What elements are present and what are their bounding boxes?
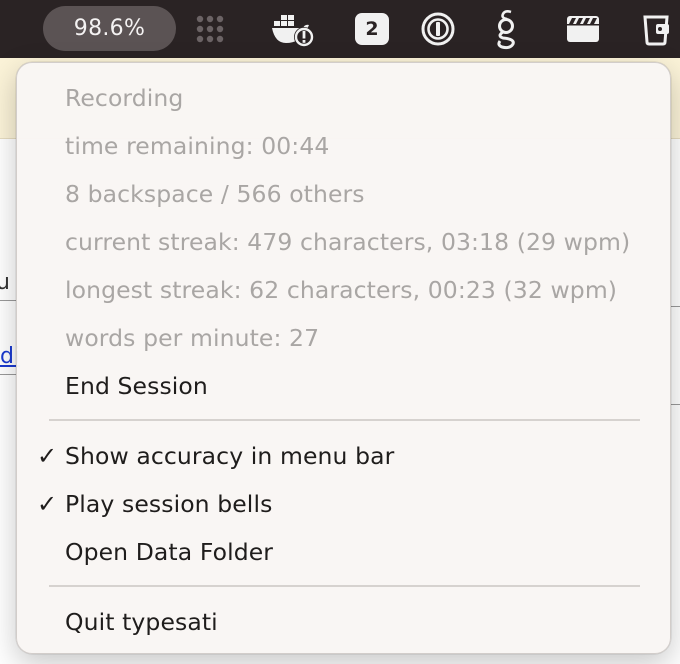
accuracy-value: 98.6% bbox=[73, 16, 146, 41]
menu-item-show-accuracy[interactable]: Show accuracy in menu bar bbox=[65, 441, 394, 471]
typesati-dropdown-menu: Recording time remaining: 00:44 8 backsp… bbox=[16, 62, 671, 654]
grid-dots-icon[interactable] bbox=[190, 0, 230, 58]
menu-item-recording-status: Recording bbox=[65, 84, 184, 112]
menu-separator bbox=[49, 419, 640, 421]
background-text-fragment: u bbox=[0, 270, 10, 295]
clapperboard-icon[interactable] bbox=[563, 0, 603, 58]
menu-item-end-session[interactable]: End Session bbox=[65, 371, 208, 401]
menu-item-longest-streak: longest streak: 62 characters, 00:23 (32… bbox=[65, 276, 618, 304]
script-g-icon[interactable] bbox=[488, 0, 524, 58]
checkmark-icon: ✓ bbox=[37, 490, 58, 518]
background-divider bbox=[0, 300, 16, 301]
background-divider bbox=[0, 374, 16, 375]
cup-icon[interactable] bbox=[634, 0, 680, 58]
menu-item-words-per-minute: words per minute: 27 bbox=[65, 324, 320, 352]
password-manager-icon[interactable] bbox=[418, 0, 458, 58]
menu-separator bbox=[49, 585, 640, 587]
menu-item-open-data-folder[interactable]: Open Data Folder bbox=[65, 537, 273, 567]
docker-warning-icon[interactable] bbox=[266, 0, 320, 58]
notification-count-item[interactable]: 2 bbox=[352, 0, 392, 58]
menu-item-play-session-bells[interactable]: Play session bells bbox=[65, 489, 272, 519]
notification-count-badge: 2 bbox=[355, 13, 389, 45]
menu-item-keystroke-counts: 8 backspace / 566 others bbox=[65, 180, 365, 208]
background-divider bbox=[671, 404, 680, 405]
background-divider bbox=[671, 306, 680, 307]
menu-item-time-remaining: time remaining: 00:44 bbox=[65, 132, 330, 160]
checkmark-icon: ✓ bbox=[37, 442, 58, 470]
accuracy-status-item[interactable]: 98.6% bbox=[43, 6, 176, 51]
menu-item-quit[interactable]: Quit typesati bbox=[65, 607, 218, 637]
menu-bar: 98.6% 2 bbox=[0, 0, 680, 58]
menu-item-current-streak: current streak: 479 characters, 03:18 (2… bbox=[65, 228, 631, 256]
